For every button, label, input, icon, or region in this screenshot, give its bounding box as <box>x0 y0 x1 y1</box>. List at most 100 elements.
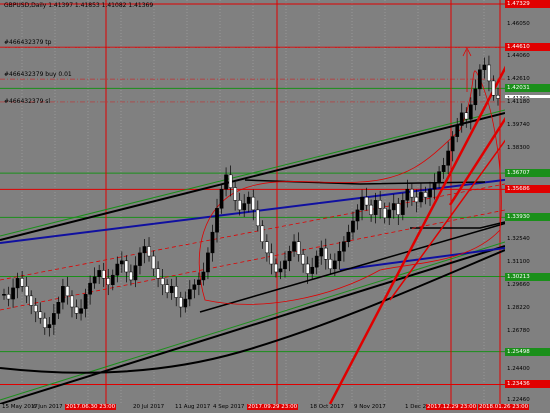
black-trendline-mid <box>199 222 505 313</box>
candle-body <box>355 209 360 222</box>
steep-red-line-2 <box>448 116 505 206</box>
trend-channel-upper <box>0 112 505 241</box>
mt4-chart-window[interactable]: GBPUSD,Daily 1.41397 1.41853 1.41082 1.4… <box>0 0 550 413</box>
candle-body <box>47 324 52 328</box>
candle-body <box>446 150 450 166</box>
time-axis-label: 2017.06.30 23:00 <box>65 404 117 410</box>
price-axis-label: 1.23436 <box>505 380 550 389</box>
price-axis-label: 1.44610 <box>505 43 550 52</box>
candle-body <box>373 200 378 215</box>
price-axis-label: 1.25498 <box>505 347 550 356</box>
price-axis-label: 1.24400 <box>505 365 550 374</box>
candle-body <box>11 287 15 300</box>
time-axis-label: 2018.01.26 23:00 <box>478 404 530 410</box>
candle-body <box>468 104 473 120</box>
candle-body <box>378 200 383 209</box>
candle-body <box>52 313 56 325</box>
candle-body <box>151 255 156 270</box>
candle-body <box>405 188 410 201</box>
candle-body <box>65 286 70 297</box>
candle-body <box>464 112 469 120</box>
price-axis-label: 1.38300 <box>505 143 550 152</box>
candle-body <box>237 200 242 211</box>
price-axis-label: 1.39740 <box>505 120 550 129</box>
candle-body <box>215 208 219 233</box>
candle-body <box>70 295 74 308</box>
candle-body <box>165 284 170 293</box>
candle-body <box>156 268 160 279</box>
candle-body <box>432 182 437 190</box>
candle-body <box>129 271 133 281</box>
candle-body <box>351 220 355 233</box>
candle-body <box>2 294 6 296</box>
candle-body <box>83 294 88 309</box>
candle-body <box>387 209 392 219</box>
candle-body <box>455 125 460 137</box>
candle-body <box>6 294 11 300</box>
candle-body <box>192 284 197 290</box>
candle-body <box>233 187 237 201</box>
price-axis-label: 1.44060 <box>505 52 550 61</box>
candle-body <box>314 255 319 268</box>
candle-body <box>106 278 111 285</box>
candle-body <box>310 266 315 274</box>
candle-body <box>201 271 206 281</box>
candle-body <box>101 270 106 279</box>
candle-body <box>169 286 174 293</box>
candle-body <box>292 241 296 252</box>
candle-body <box>61 286 65 303</box>
candle-body <box>92 276 97 284</box>
candle-body <box>287 251 292 262</box>
candle-body <box>328 258 333 270</box>
candle-body <box>210 231 215 254</box>
price-axis-label: 1.47329 <box>505 0 550 9</box>
order-label-tp: #466432379 tp <box>4 39 52 46</box>
candle-body <box>115 263 120 276</box>
candle-body <box>450 136 455 152</box>
dashed-red-channel <box>0 209 505 311</box>
candle-body <box>346 231 351 242</box>
candle-body <box>382 208 387 219</box>
candle-body <box>260 225 265 242</box>
time-axis-label: 11 Aug 2017 <box>175 404 211 410</box>
time-axis-label: 9 Nov 2017 <box>354 404 386 410</box>
price-axis-label: 1.22460 <box>505 396 550 404</box>
candle-body <box>487 64 491 82</box>
price-axis-label: 1.31100 <box>505 258 550 267</box>
price-chart-plot[interactable] <box>0 0 505 404</box>
price-axis-label: 1.46050 <box>505 20 550 29</box>
candle-body <box>482 64 487 71</box>
price-axis-label: 1.26780 <box>505 327 550 336</box>
candle-body <box>296 241 301 255</box>
candle-body <box>174 286 179 298</box>
price-axis-label: 1.32540 <box>505 235 550 244</box>
candle-body <box>419 192 423 203</box>
candle-body <box>278 268 283 273</box>
candle-body <box>224 174 228 190</box>
candle-body <box>441 165 446 172</box>
time-axis-label: 4 Sep 2017 <box>213 404 245 410</box>
candle-body <box>473 88 478 106</box>
candle-body <box>228 174 233 188</box>
candle-body <box>15 278 20 289</box>
blue-trendline-upper <box>0 178 505 244</box>
candle-body <box>319 247 324 257</box>
candle-body <box>246 196 251 204</box>
candle-body <box>219 188 224 209</box>
candle-body <box>187 289 192 300</box>
candle-body <box>33 305 38 313</box>
candle-body <box>423 192 428 198</box>
candle-body <box>79 308 83 314</box>
price-axis-label: 1.42610 <box>505 75 550 84</box>
candle-body <box>24 286 29 297</box>
candle-body <box>119 260 124 265</box>
price-axis-label: 1.30213 <box>505 272 550 281</box>
trend-channel-lower <box>0 245 505 404</box>
candle-body <box>265 241 269 254</box>
candle-body <box>478 69 482 90</box>
candle-body <box>337 251 342 262</box>
time-axis-label: 18 Oct 2017 <box>310 404 345 410</box>
candle-body <box>360 196 364 211</box>
candle-body <box>269 252 274 265</box>
symbol-header: GBPUSD,Daily 1.41397 1.41853 1.41082 1.4… <box>4 2 154 9</box>
